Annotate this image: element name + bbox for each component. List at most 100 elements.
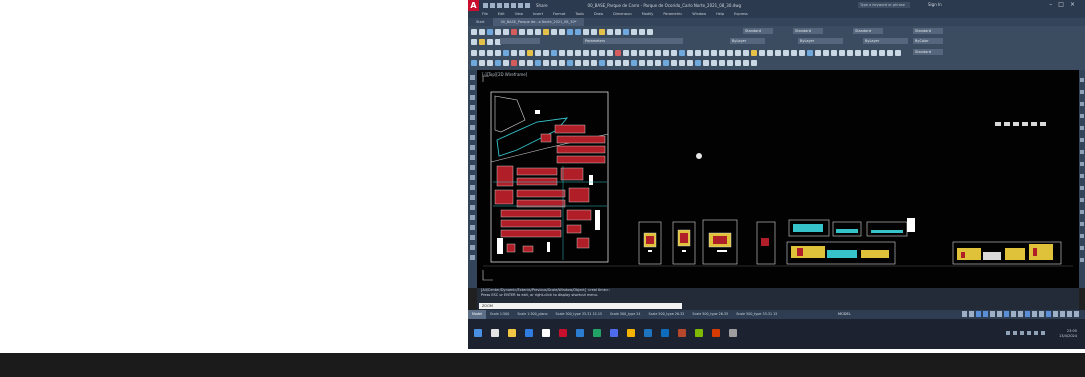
layer-previous-icon[interactable]	[879, 49, 885, 56]
ole-icon[interactable]	[703, 59, 709, 66]
onedrive-icon[interactable]	[661, 329, 669, 337]
layer-thaw-icon[interactable]	[895, 49, 901, 56]
image-icon[interactable]	[839, 49, 845, 56]
start-icon[interactable]	[474, 329, 482, 337]
excel-icon[interactable]	[593, 329, 601, 337]
volume-icon[interactable]	[1027, 331, 1031, 335]
share-button[interactable]: Share	[536, 3, 548, 8]
audit-icon[interactable]	[823, 49, 829, 56]
match-properties-icon[interactable]	[543, 28, 549, 35]
erase-tool-icon[interactable]	[1080, 78, 1084, 82]
insert-block-tool-icon[interactable]	[470, 175, 475, 180]
sheet-set-icon[interactable]	[623, 28, 629, 35]
distance-icon[interactable]	[711, 49, 717, 56]
mesh-icon[interactable]	[567, 59, 573, 66]
zoom-previous-icon[interactable]	[591, 28, 597, 35]
outlook-icon[interactable]	[644, 329, 652, 337]
layout-tab-model[interactable]: Model	[468, 310, 486, 319]
layer-on-icon[interactable]	[479, 38, 485, 45]
new-file-icon[interactable]	[483, 3, 488, 8]
sign-in-button[interactable]: Sign In	[928, 2, 942, 7]
pan-icon[interactable]	[567, 28, 573, 35]
file-explorer-icon[interactable]	[508, 329, 516, 337]
model-space-label[interactable]: MODEL	[838, 310, 851, 319]
stretch-tool-icon[interactable]	[1080, 174, 1084, 178]
draw-order-icon[interactable]	[767, 49, 773, 56]
tool-palettes-icon[interactable]	[615, 28, 621, 35]
offset-icon[interactable]	[591, 49, 597, 56]
language-icon[interactable]	[1041, 331, 1045, 335]
walk-icon[interactable]	[543, 59, 549, 66]
customization-icon[interactable]	[1074, 311, 1079, 317]
menu-modify[interactable]: Modify	[642, 11, 654, 18]
break-tool-icon[interactable]	[1080, 210, 1084, 214]
teams-icon[interactable]	[610, 329, 618, 337]
drawing-canvas[interactable]: [-][Top][2D Wireframe]	[477, 70, 1079, 288]
copy-tool-icon[interactable]	[1080, 90, 1084, 94]
window-controls[interactable]: –□×	[1049, 1, 1081, 8]
osnap-icon[interactable]	[990, 311, 995, 317]
table-icon[interactable]	[663, 59, 669, 66]
layer-freeze-icon[interactable]	[487, 38, 493, 45]
publish-icon[interactable]	[511, 28, 517, 35]
mirror-icon[interactable]	[583, 49, 589, 56]
join-icon[interactable]	[671, 49, 677, 56]
gradient-tool-icon[interactable]	[470, 215, 475, 220]
lineweight-select[interactable]: ByLayer	[863, 38, 908, 44]
design-center-icon[interactable]	[607, 28, 613, 35]
save-icon[interactable]	[497, 3, 502, 8]
acrobat-icon[interactable]	[712, 329, 720, 337]
cut-icon[interactable]	[519, 28, 525, 35]
region-tool-icon[interactable]	[470, 225, 475, 230]
subtract-icon[interactable]	[607, 59, 613, 66]
camera-icon[interactable]	[503, 59, 509, 66]
customize-icon[interactable]	[727, 59, 733, 66]
chamfer-tool-icon[interactable]	[1080, 234, 1084, 238]
xline-tool-icon[interactable]	[470, 85, 475, 90]
zoom-window-icon[interactable]	[583, 28, 589, 35]
qnew-icon[interactable]	[471, 28, 477, 35]
intersect-icon[interactable]	[615, 59, 621, 66]
notepad-icon[interactable]	[542, 329, 550, 337]
section-icon[interactable]	[559, 59, 565, 66]
rotate-tool-icon[interactable]	[1080, 150, 1084, 154]
xref-icon[interactable]	[831, 49, 837, 56]
open-file-icon[interactable]	[490, 3, 495, 8]
dim-style-select[interactable]: Standard	[793, 28, 823, 34]
paste-icon[interactable]	[535, 28, 541, 35]
edge-icon[interactable]	[525, 329, 533, 337]
help-icon[interactable]	[647, 28, 653, 35]
polar-icon[interactable]	[983, 311, 988, 317]
arc-tool-icon[interactable]	[470, 125, 475, 130]
slice-icon[interactable]	[623, 59, 629, 66]
array-icon[interactable]	[647, 49, 653, 56]
linetype-select[interactable]: ByLayer	[798, 38, 843, 44]
attribute-icon[interactable]	[679, 59, 685, 66]
tab-start[interactable]: Start	[468, 18, 493, 26]
scale-icon[interactable]	[575, 49, 581, 56]
layout-tab[interactable]: Scale 1:500_plano	[513, 310, 551, 319]
clean-screen-icon[interactable]	[1067, 311, 1072, 317]
draworder-front-icon[interactable]	[775, 49, 781, 56]
hardware-acceleration-icon[interactable]	[1060, 311, 1065, 317]
layer-off-icon[interactable]	[887, 49, 893, 56]
list-icon[interactable]	[687, 49, 693, 56]
layer-match-icon[interactable]	[871, 49, 877, 56]
layout-tab[interactable]: Scale 500_type 26-35	[688, 310, 732, 319]
wifi-icon[interactable]	[1020, 331, 1024, 335]
redo-icon[interactable]	[525, 3, 530, 8]
mirror-tool-icon[interactable]	[1080, 102, 1084, 106]
word-icon[interactable]	[576, 329, 584, 337]
array-tool-icon[interactable]	[1080, 126, 1084, 130]
chevron-up-icon[interactable]	[1006, 331, 1010, 335]
explode-tool-icon[interactable]	[1080, 258, 1084, 262]
stretch-icon[interactable]	[655, 49, 661, 56]
selection-cycling-icon[interactable]	[1018, 311, 1023, 317]
units-icon[interactable]	[1039, 311, 1044, 317]
macro-icon[interactable]	[719, 59, 725, 66]
redo-icon[interactable]	[559, 28, 565, 35]
draworder-back-icon[interactable]	[783, 49, 789, 56]
markup-icon[interactable]	[631, 28, 637, 35]
id-point-icon[interactable]	[695, 49, 701, 56]
trim-tool-icon[interactable]	[1080, 186, 1084, 190]
